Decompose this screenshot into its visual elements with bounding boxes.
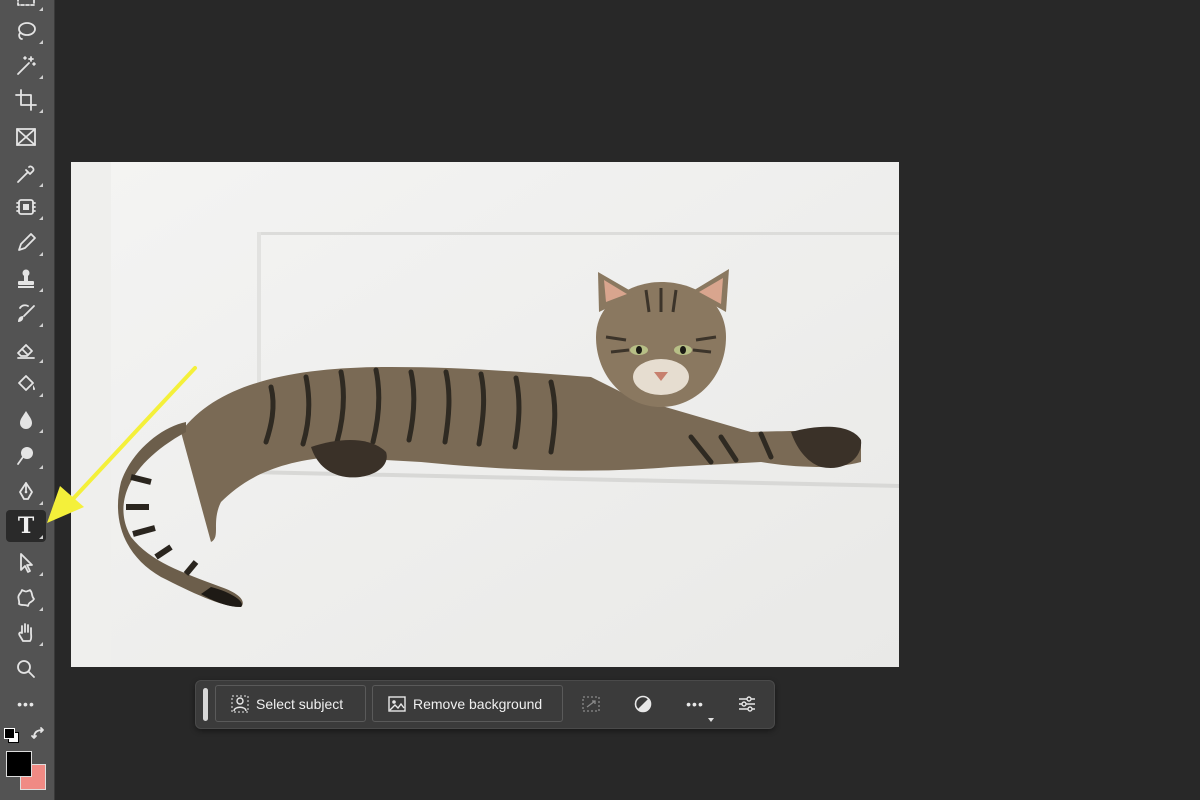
taskbar-drag-handle[interactable] [203, 688, 208, 721]
lasso-tool[interactable] [6, 15, 46, 47]
remove-background-icon [388, 695, 406, 712]
default-colors-icon[interactable] [4, 728, 19, 743]
paint-bucket-icon [18, 375, 35, 391]
taskbar-settings-button[interactable] [734, 691, 760, 717]
shape-icon [17, 589, 35, 607]
tools-panel: T ••• [0, 0, 55, 800]
select-subject-button[interactable]: Select subject [215, 685, 366, 722]
brush-tool[interactable] [6, 227, 46, 259]
remove-background-button[interactable]: Remove background [372, 685, 563, 722]
transform-icon [582, 696, 600, 712]
magic-wand-tool[interactable] [6, 50, 46, 82]
marquee-icon [17, 0, 35, 6]
pen-tool[interactable] [6, 476, 46, 508]
dodge-tool[interactable] [6, 440, 46, 472]
magic-wand-icon [17, 56, 36, 75]
swap-colors-icon[interactable] [30, 726, 48, 744]
color-swatches [0, 722, 54, 800]
spot-healing-tool[interactable] [6, 191, 46, 223]
remove-background-label: Remove background [413, 695, 543, 712]
magnifier-icon [17, 660, 35, 678]
arrow-cursor-icon [20, 553, 33, 573]
crop-icon [15, 89, 37, 111]
edit-toolbar-more[interactable]: ••• [6, 688, 46, 720]
blur-tool[interactable] [6, 404, 46, 436]
lasso-icon [18, 22, 36, 40]
frame-icon [16, 128, 36, 146]
cat-photo [71, 162, 899, 667]
select-subject-label: Select subject [256, 695, 344, 712]
pen-icon [19, 482, 33, 500]
adjustment-circle-icon [634, 695, 652, 713]
sliders-icon [739, 696, 755, 712]
bandage-icon [16, 199, 36, 215]
foreground-color-swatch[interactable] [6, 751, 32, 777]
dodge-icon [17, 447, 33, 465]
stamp-icon [18, 269, 34, 288]
hand-icon [18, 623, 33, 642]
frame-tool[interactable] [6, 121, 46, 153]
paint-bucket-tool[interactable] [6, 368, 46, 400]
marquee-tool[interactable] [6, 0, 46, 14]
eyedropper-icon [17, 165, 35, 183]
type-tool[interactable]: T [6, 510, 46, 542]
eyedropper-tool[interactable] [6, 158, 46, 190]
more-options-chevron-icon [708, 718, 714, 722]
history-brush-icon [18, 304, 35, 322]
contextual-task-bar: Select subject Remove background ••• [195, 680, 775, 729]
document-canvas-image[interactable] [71, 162, 899, 667]
eraser-tool[interactable] [6, 334, 46, 366]
path-selection-tool[interactable] [6, 547, 46, 579]
type-icon: T [17, 513, 35, 539]
drop-icon [20, 411, 32, 429]
more-icon: ••• [686, 696, 704, 712]
crop-tool[interactable] [6, 84, 46, 116]
pencil-icon [18, 233, 36, 251]
zoom-tool[interactable] [6, 653, 46, 685]
history-brush-tool[interactable] [6, 298, 46, 330]
transform-selection-button[interactable] [578, 691, 604, 717]
hand-tool[interactable] [6, 617, 46, 649]
more-options-button[interactable]: ••• [682, 691, 714, 722]
select-subject-icon [231, 695, 249, 712]
clone-stamp-tool[interactable] [6, 263, 46, 295]
adjustment-layer-button[interactable] [630, 691, 656, 717]
custom-shape-tool[interactable] [6, 582, 46, 614]
eraser-icon [17, 344, 35, 359]
more-icon: ••• [17, 696, 35, 712]
